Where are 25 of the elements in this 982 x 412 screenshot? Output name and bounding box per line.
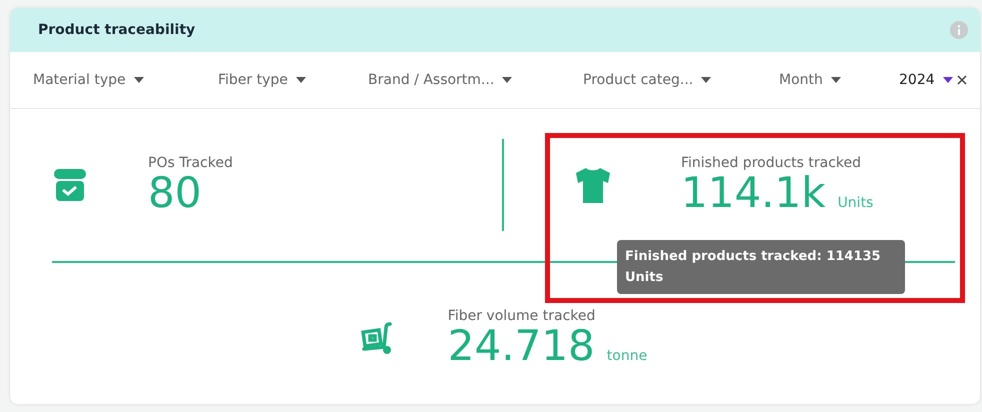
filter-dropdown[interactable]: Fiber type	[218, 72, 368, 88]
caret-icon	[830, 77, 841, 83]
stat-label: Finished products tracked	[681, 154, 862, 171]
filter-dropdown[interactable]: Material type	[33, 72, 218, 88]
close-icon[interactable]	[956, 75, 967, 85]
stat-value: 24.718	[448, 324, 595, 368]
stat-unit: tonne	[606, 348, 648, 364]
tooltip: Finished products tracked: 114135 Units	[617, 240, 905, 294]
filter-dropdown[interactable]: Brand / Assortm...	[368, 72, 583, 88]
stat-value: 80	[148, 170, 202, 216]
stat-label: Fiber volume tracked	[448, 308, 596, 324]
caret-icon	[296, 77, 306, 83]
caret-icon	[701, 77, 712, 83]
card-title: Product traceability	[38, 22, 196, 38]
t-shirt-icon	[573, 165, 613, 205]
filter-dropdown[interactable]: Month	[779, 72, 899, 88]
caret-icon	[134, 77, 144, 83]
archive-box-icon	[52, 167, 88, 203]
filter-dropdown[interactable]: 2024	[899, 72, 953, 88]
stat-value: 114.1k	[681, 170, 826, 216]
stat-unit: Units	[838, 194, 874, 211]
stat-label: POs Tracked	[148, 154, 233, 171]
caret-icon	[942, 77, 953, 83]
caret-icon	[502, 77, 512, 83]
filter-dropdown[interactable]: Product categ...	[583, 72, 779, 88]
